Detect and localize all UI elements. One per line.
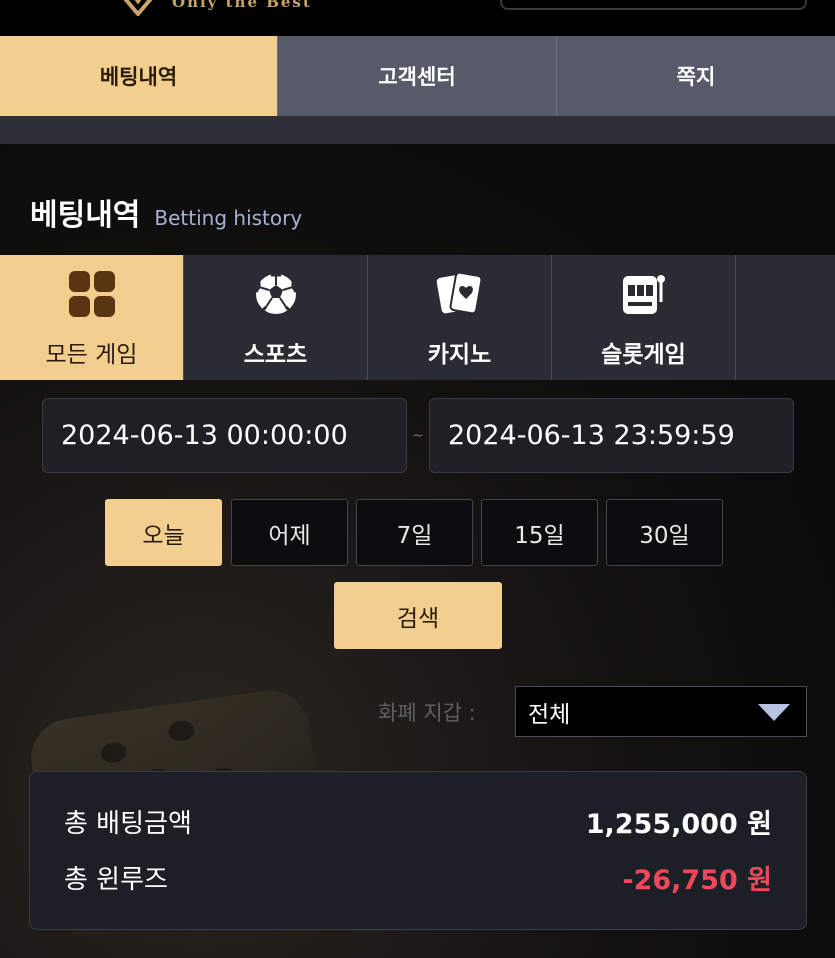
category-tabs: 모든 게임 스포츠 카지노 슬롯게임 <box>0 255 835 380</box>
search-button[interactable]: 검색 <box>334 582 502 649</box>
page-title: 베팅내역 Betting history <box>30 190 302 234</box>
summary-row-total-winloss: 총 윈루즈 -26,750 원 <box>64 858 772 897</box>
category-label: 슬롯게임 <box>601 342 686 368</box>
nav-divider-strip <box>0 116 835 144</box>
slot-machine-icon <box>619 269 669 319</box>
page-title-en: Betting history <box>154 206 303 230</box>
start-date-input[interactable]: 2024-06-13 00:00:00 <box>42 398 407 473</box>
top-bar: Only the Best <box>0 0 835 36</box>
grid-icon <box>67 269 117 319</box>
currency-selected-value: 전체 <box>528 701 571 728</box>
date-separator: ~ <box>412 428 424 444</box>
period-15days-button[interactable]: 15일 <box>481 499 598 566</box>
betting-summary-panel: 총 배팅금액 1,255,000 원 총 윈루즈 -26,750 원 <box>29 771 807 930</box>
main-nav: 베팅내역 고객센터 쪽지 <box>0 36 835 116</box>
top-search-box[interactable] <box>500 0 807 10</box>
end-date-input[interactable]: 2024-06-13 23:59:59 <box>429 398 794 473</box>
logo-text: Only the Best <box>172 0 312 11</box>
period-30days-button[interactable]: 30일 <box>606 499 723 566</box>
nav-tab-betting-history[interactable]: 베팅내역 <box>0 36 278 116</box>
category-label: 카지노 <box>427 342 492 368</box>
total-bet-value: 1,255,000 원 <box>585 809 772 840</box>
logo-icon[interactable] <box>112 0 164 16</box>
total-bet-label: 총 배팅금액 <box>64 809 192 839</box>
nav-tab-customer-center[interactable]: 고객센터 <box>278 36 557 116</box>
minigame-icon <box>736 269 835 319</box>
category-tab-slot-games[interactable]: 슬롯게임 <box>552 255 736 380</box>
category-label: 모든 게임 <box>45 342 138 368</box>
soccer-ball-icon <box>251 269 301 319</box>
category-tab-all-games[interactable]: 모든 게임 <box>0 255 184 380</box>
currency-wallet-label: 화폐 지갑 : <box>378 701 476 725</box>
playing-cards-icon <box>435 269 485 319</box>
category-label: 스포츠 <box>243 342 308 368</box>
nav-tab-messages[interactable]: 쪽지 <box>557 36 835 116</box>
page-title-ko: 베팅내역 <box>30 198 141 233</box>
dropdown-arrow-icon <box>758 704 790 721</box>
period-today-button[interactable]: 오늘 <box>105 499 222 566</box>
period-yesterday-button[interactable]: 어제 <box>231 499 348 566</box>
category-tab-minigame[interactable]: 미 <box>736 255 835 380</box>
total-winloss-label: 총 윈루즈 <box>64 865 168 895</box>
period-7days-button[interactable]: 7일 <box>356 499 473 566</box>
summary-row-total-bet: 총 배팅금액 1,255,000 원 <box>64 802 772 841</box>
total-winloss-value: -26,750 원 <box>622 865 772 896</box>
category-tab-sports[interactable]: 스포츠 <box>184 255 368 380</box>
category-tab-casino[interactable]: 카지노 <box>368 255 552 380</box>
currency-wallet-select[interactable]: 전체 <box>515 686 807 737</box>
